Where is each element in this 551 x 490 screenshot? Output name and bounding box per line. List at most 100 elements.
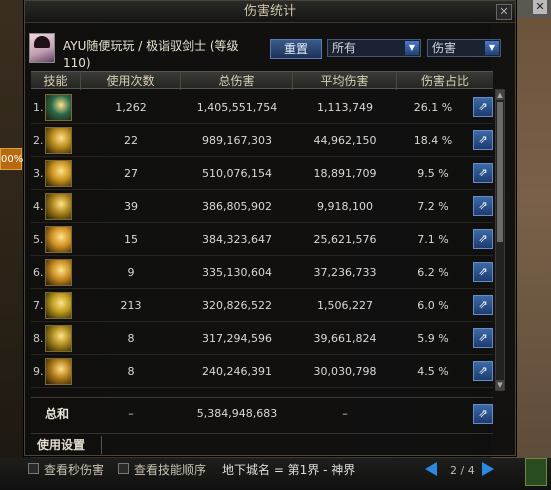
sword-wave-skill-icon [45,193,72,220]
uses-cell: 8 [127,365,135,378]
uses-cell: 213 [120,299,142,312]
bottom-bar: 查看秒伤害 查看技能顺序 地下城名 = 第1界 - 神界 2 / 4 [0,458,551,490]
total-row: 总和 – 5,384,948,683 – ⇗ [31,397,493,429]
uses-cell: 22 [124,134,138,147]
table-row: 8. 8 317,294,596 39,661,824 5.9 % ⇗ [31,322,493,355]
total-damage-cell: 335,130,604 [202,266,272,279]
table-row: 5. 15 384,323,647 25,621,576 7.1 % ⇗ [31,223,493,256]
triple-blade-skill-icon [45,325,72,352]
row-index: 1. [33,101,44,114]
filter-dropdown[interactable]: 所有 ▼ [327,39,421,57]
share-button[interactable]: ⇗ [473,295,493,315]
damage-share-cell: 7.1 % [417,233,449,246]
column-header-share[interactable]: 伤害占比 [397,72,493,90]
total-damage: 5,384,948,683 [196,407,278,420]
diagonal-strike-skill-icon [45,160,72,187]
uses-cell: 9 [127,266,135,279]
table-row: 2. 22 989,167,303 44,962,150 18.4 % ⇗ [31,124,493,157]
check-order-label: 查看技能顺序 [134,463,207,477]
share-button[interactable]: ⇗ [473,130,493,150]
damage-share-cell: 9.5 % [417,167,449,180]
divider [101,436,102,454]
total-damage-cell: 384,323,647 [202,233,272,246]
share-icon: ⇗ [478,298,488,311]
page-next-icon[interactable] [482,462,494,476]
uses-cell: 15 [124,233,138,246]
share-button[interactable]: ⇗ [473,163,493,183]
player-name: AYU随便玩玩 / 极诣驭剑士 (等级110) [63,39,239,70]
filter-dropdown-value: 所有 [332,41,357,55]
average-damage-cell: 39,661,824 [313,332,377,345]
dual-sword-skill-icon [45,94,72,121]
table-row: 4. 39 386,805,902 9,918,100 7.2 % ⇗ [31,190,493,223]
share-icon: ⇗ [478,331,488,344]
scroll-down-icon[interactable]: ▼ [496,380,504,390]
share-button[interactable]: ⇗ [473,262,493,282]
total-average: – [342,407,348,420]
uses-cell: 39 [124,200,138,213]
table-row: 7. 213 320,826,522 1,506,227 6.0 % ⇗ [31,289,493,322]
total-damage-cell: 317,294,596 [202,332,272,345]
row-index: 3. [33,167,44,180]
spin-slash-skill-icon [45,226,72,253]
share-icon: ⇗ [478,407,488,420]
chevron-down-icon: ▼ [485,41,499,55]
thrust-skill-icon [45,259,72,286]
share-button[interactable]: ⇗ [473,196,493,216]
reset-button[interactable]: 重置 [270,39,322,59]
dash-slash-skill-icon [45,358,72,385]
window-title: 伤害统计 [25,1,515,23]
uses-cell: 27 [124,167,138,180]
page-prev-icon[interactable] [425,462,437,476]
total-damage-cell: 386,805,902 [202,200,272,213]
column-header-uses[interactable]: 使用次数 [81,72,181,90]
column-header-average[interactable]: 平均伤害 [293,72,397,90]
damage-share-cell: 4.5 % [417,365,449,378]
average-damage-cell: 1,506,227 [317,299,373,312]
average-damage-cell: 18,891,709 [313,167,377,180]
settings-button[interactable]: 使用设置 [37,436,85,453]
column-header-total[interactable]: 总伤害 [181,72,293,90]
total-damage-cell: 1,405,551,754 [196,101,278,114]
average-damage-cell: 30,030,798 [313,365,377,378]
scroll-thumb[interactable] [497,102,503,242]
total-label: 总和 [45,407,70,421]
total-damage-cell: 510,076,154 [202,167,272,180]
damage-share-cell: 26.1 % [413,101,453,114]
table-row: 6. 9 335,130,604 37,236,733 6.2 % ⇗ [31,256,493,289]
damage-share-cell: 5.9 % [417,332,449,345]
damage-share-cell: 6.0 % [417,299,449,312]
share-button[interactable]: ⇗ [473,229,493,249]
type-dropdown[interactable]: 伤害 ▼ [427,39,501,57]
table-row: 3. 27 510,076,154 18,891,709 9.5 % ⇗ [31,157,493,190]
game-percent-badge: 00% [0,148,23,170]
damage-share-cell: 7.2 % [417,200,449,213]
scrollbar[interactable]: ▲ ▼ [495,89,505,391]
check-order-checkbox[interactable] [118,463,129,474]
table-header: 技能 使用次数 总伤害 平均伤害 伤害占比 [31,71,493,90]
cross-blade-skill-icon [45,292,72,319]
share-button[interactable]: ⇗ [473,328,493,348]
share-button[interactable]: ⇗ [473,97,493,117]
share-icon: ⇗ [478,265,488,278]
avatar-hair-shape [34,36,50,48]
background-close-icon[interactable]: ✕ [533,0,547,14]
settings-bar: 使用设置 [31,433,493,455]
check-dps-checkbox[interactable] [28,463,39,474]
player-header: AYU随便玩玩 / 极诣驭剑士 (等级110) 重置 所有 ▼ 伤害 ▼ [25,31,515,71]
golden-slash-skill-icon [45,127,72,154]
average-damage-cell: 9,918,100 [317,200,373,213]
scroll-up-icon[interactable]: ▲ [496,90,504,100]
close-button[interactable]: ✕ [496,4,512,20]
share-icon: ⇗ [478,100,488,113]
share-icon: ⇗ [478,232,488,245]
skill-table-body: 1. 1,262 1,405,551,754 1,113,749 26.1 % … [31,91,493,391]
share-icon: ⇗ [478,199,488,212]
row-index: 6. [33,266,44,279]
average-damage-cell: 37,236,733 [313,266,377,279]
share-button[interactable]: ⇗ [473,361,493,381]
column-header-skill[interactable]: 技能 [31,72,81,90]
avatar [29,33,55,63]
row-index: 4. [33,200,44,213]
share-total-button[interactable]: ⇗ [473,404,493,424]
